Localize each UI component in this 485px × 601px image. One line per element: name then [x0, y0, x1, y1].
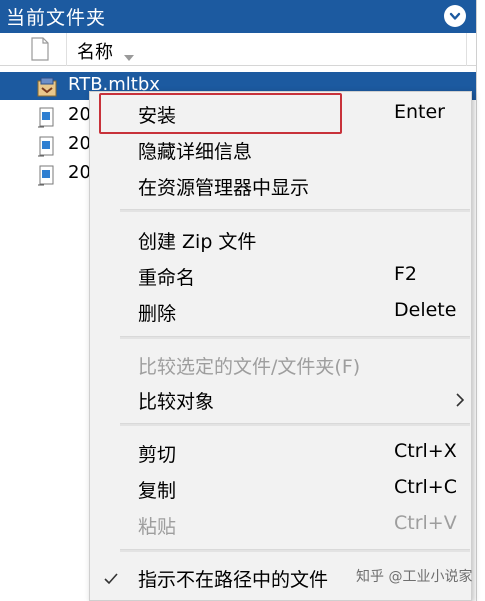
column-divider [466, 33, 467, 66]
menu-item-hide-details[interactable]: 隐藏详细信息 [90, 131, 471, 167]
menu-item-create-zip[interactable]: 创建 Zip 文件 [90, 221, 471, 257]
menu-item-label: 创建 Zip 文件 [138, 231, 257, 253]
file-name: 20 [68, 133, 91, 154]
menu-item-compare-selected: 比较选定的文件/文件夹(F) [90, 346, 471, 382]
menu-separator [120, 549, 470, 552]
script-file-icon [36, 164, 58, 193]
chevron-down-circle-icon [449, 12, 461, 20]
menu-item-label: 隐藏详细信息 [138, 141, 253, 163]
menu-item-copy[interactable]: 复制 Ctrl+C [90, 470, 471, 506]
shortcut-label: Ctrl+C [394, 476, 457, 498]
menu-item-label: 复制 [138, 480, 177, 502]
column-divider[interactable] [66, 33, 67, 66]
panel-right-edge [476, 0, 485, 601]
menu-item-label: 比较选定的文件/文件夹(F) [138, 356, 361, 378]
menu-item-compare-against[interactable]: 比较对象 [90, 381, 471, 417]
panel-actions-button[interactable] [444, 5, 466, 27]
shortcut-label: Delete [394, 299, 457, 321]
menu-item-label: 粘贴 [138, 516, 177, 538]
menu-item-label: 在资源管理器中显示 [138, 177, 310, 199]
watermark: 知乎 @工业小说家 [356, 569, 473, 585]
current-folder-header: 当前文件夹 [0, 0, 476, 33]
context-menu: 安装 Enter 隐藏详细信息 在资源管理器中显示 创建 Zip 文件 重命名 … [89, 91, 472, 601]
sort-descending-icon[interactable] [123, 47, 135, 66]
column-header-row: 名称 [0, 33, 476, 66]
install-highlight-annotation [99, 93, 342, 134]
shortcut-label: Enter [394, 101, 445, 123]
menu-item-label: 删除 [138, 303, 177, 325]
menu-separator [120, 336, 470, 339]
file-type-column-icon[interactable] [30, 37, 50, 65]
menu-item-paste: 粘贴 Ctrl+V [90, 506, 471, 542]
submenu-arrow-icon [456, 390, 465, 412]
menu-item-label: 比较对象 [138, 391, 215, 413]
shortcut-label: Ctrl+V [394, 512, 457, 534]
menu-item-show-in-explorer[interactable]: 在资源管理器中显示 [90, 167, 471, 203]
menu-item-delete[interactable]: 删除 Delete [90, 293, 471, 329]
menu-item-label: 剪切 [138, 444, 177, 466]
menu-separator [120, 209, 470, 212]
menu-item-rename[interactable]: 重命名 F2 [90, 257, 471, 293]
menu-item-label: 指示不在路径中的文件 [138, 569, 329, 591]
menu-item-cut[interactable]: 剪切 Ctrl+X [90, 434, 471, 470]
name-column-header[interactable]: 名称 [77, 38, 113, 64]
shortcut-label: Ctrl+X [394, 440, 457, 462]
file-name: 20 [68, 104, 91, 125]
file-name: 20 [68, 162, 91, 183]
shortcut-label: F2 [394, 263, 418, 285]
toolbox-package-icon [36, 76, 58, 103]
menu-item-label: 重命名 [138, 267, 196, 289]
panel-title: 当前文件夹 [6, 7, 107, 29]
menu-separator [120, 423, 470, 426]
checkmark-icon [104, 568, 118, 590]
